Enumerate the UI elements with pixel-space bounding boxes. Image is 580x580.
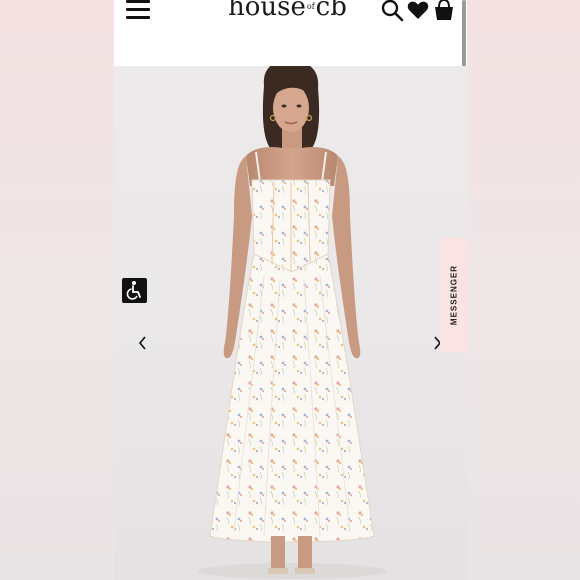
menu-icon[interactable] (126, 0, 152, 22)
messenger-tab[interactable]: MESSENGER (440, 238, 467, 352)
site-header: houseofcb (114, 0, 467, 112)
product-image-gallery[interactable]: MESSENGER (114, 66, 467, 580)
messenger-label: MESSENGER (449, 264, 458, 326)
background-left (0, 0, 114, 580)
accessibility-button[interactable] (122, 278, 147, 303)
wheelchair-icon (126, 281, 141, 300)
logo-text-right: cb (315, 0, 347, 22)
previous-image-arrow-icon[interactable] (136, 334, 150, 352)
brand-logo[interactable]: houseofcb (228, 0, 347, 22)
phone-screen: houseofcb MESSENGER (114, 0, 467, 580)
logo-text-of: of (306, 2, 315, 11)
product-image (197, 66, 387, 579)
background-right (467, 0, 580, 580)
bag-icon[interactable] (432, 0, 456, 22)
search-icon[interactable] (380, 0, 404, 22)
heart-icon[interactable] (406, 0, 430, 22)
logo-text-left: house (228, 0, 306, 22)
